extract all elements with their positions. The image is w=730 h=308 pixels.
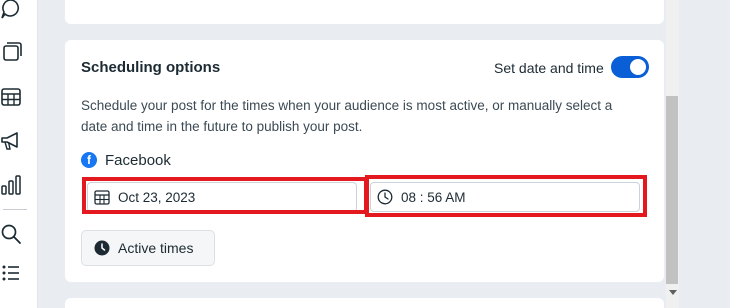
list-icon[interactable] bbox=[0, 262, 22, 284]
next-section-card bbox=[65, 298, 664, 308]
active-times-label: Active times bbox=[118, 240, 194, 256]
content-stack-icon[interactable] bbox=[0, 41, 22, 63]
platform-row: f Facebook bbox=[81, 150, 171, 170]
clock-icon bbox=[377, 189, 393, 205]
search-icon[interactable] bbox=[0, 223, 22, 245]
previous-section-card bbox=[65, 0, 664, 24]
toggle-knob bbox=[630, 59, 646, 75]
set-date-time-label: Set date and time bbox=[494, 60, 604, 76]
chat-bubble-icon[interactable] bbox=[0, 0, 22, 20]
megaphone-icon[interactable] bbox=[0, 130, 22, 152]
sidebar-divider bbox=[3, 209, 27, 210]
date-value: Oct 23, 2023 bbox=[118, 189, 196, 205]
platform-label: Facebook bbox=[105, 151, 171, 169]
date-picker-field[interactable]: Oct 23, 2023 bbox=[87, 182, 357, 212]
left-sidebar bbox=[0, 0, 38, 308]
clock-filled-icon bbox=[94, 240, 110, 256]
planner-calendar-icon[interactable] bbox=[0, 86, 22, 108]
scheduling-options-card: Scheduling options Set date and time Sch… bbox=[65, 40, 664, 282]
section-title: Scheduling options bbox=[81, 59, 221, 76]
time-value: 08 : 56 AM bbox=[401, 189, 466, 205]
calendar-icon bbox=[94, 190, 110, 205]
scheduling-description: Schedule your post for the times when yo… bbox=[81, 98, 613, 134]
insights-bar-chart-icon[interactable] bbox=[0, 174, 22, 196]
scroll-down-arrow-icon[interactable] bbox=[669, 290, 677, 295]
set-date-time-toggle[interactable] bbox=[611, 56, 649, 78]
scrollbar-thumb[interactable] bbox=[666, 96, 678, 284]
facebook-icon: f bbox=[81, 152, 97, 168]
time-picker-field[interactable]: 08 : 56 AM bbox=[370, 182, 640, 212]
active-times-button[interactable]: Active times bbox=[81, 230, 215, 266]
